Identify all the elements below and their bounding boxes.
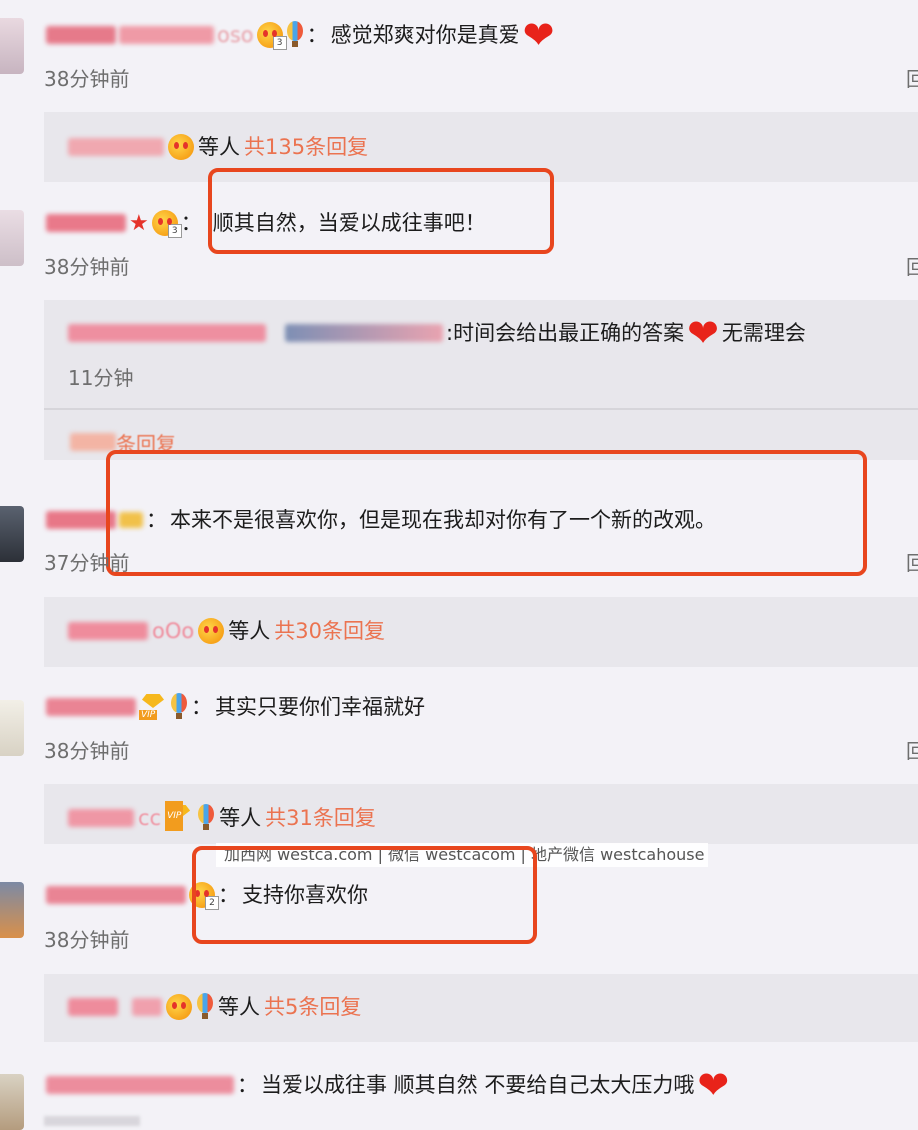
blurred-username[interactable] — [46, 698, 136, 716]
username-fragment[interactable]: cc — [138, 803, 161, 833]
reply-button[interactable]: 回 — [906, 549, 918, 577]
colon: ： — [306, 23, 328, 47]
reply-summary[interactable]: cc VIP 等人 共31条回复 — [68, 801, 376, 833]
avatar[interactable] — [0, 882, 24, 938]
colon: ： — [180, 211, 202, 235]
colon: ： — [191, 695, 212, 719]
avatar[interactable] — [0, 210, 24, 266]
reply-count-link[interactable]: 共5条回复 — [264, 992, 361, 1022]
nested-reply-time: 11分钟 — [68, 366, 134, 390]
reply-button[interactable]: 回 — [906, 253, 918, 281]
reply-count-link[interactable]: 共31条回复 — [265, 803, 376, 833]
heart-icon: ❤ — [697, 1063, 730, 1107]
red-star-icon: ★ — [129, 210, 149, 236]
username-fragment[interactable]: oso — [217, 20, 254, 50]
comment-text: 感觉郑爽对你是真爱 — [330, 23, 520, 47]
reply-button[interactable]: 回 — [906, 65, 918, 93]
reply-prefix: 等人 — [218, 995, 260, 1019]
colon: ： — [237, 1073, 258, 1097]
divider — [44, 408, 918, 410]
blurred-username[interactable] — [68, 138, 164, 156]
comment-time-partial — [44, 1116, 140, 1126]
heart-icon: ❤ — [522, 13, 555, 57]
reply-summary[interactable]: oOo 等人 共30条回复 — [68, 616, 385, 646]
reply-prefix: 等人 — [198, 135, 240, 159]
avatar[interactable] — [0, 1074, 24, 1130]
comment-time: 38分钟前 — [44, 739, 130, 763]
comment-text: 当爱以成往事 顺其自然 不要给自己太大压力哦 — [261, 1073, 695, 1097]
blurred-username[interactable] — [68, 998, 118, 1016]
heart-icon: ❤ — [687, 311, 719, 355]
comment-header: oso 3 ： 感觉郑爽对你是真爱 ❤ — [46, 13, 555, 57]
comment-header: ： 当爱以成往事 顺其自然 不要给自己太大压力哦 ❤ — [46, 1063, 730, 1107]
vip-diamond-icon: VIP — [165, 801, 193, 831]
comment-time: 38分钟前 — [44, 928, 130, 952]
blurred-username[interactable] — [132, 998, 162, 1016]
highlight-box — [208, 168, 554, 254]
reply-prefix: 等人 — [219, 806, 262, 830]
reply-count-link[interactable]: 共135条回复 — [244, 132, 368, 162]
balloon-icon — [286, 21, 304, 49]
blurred-username[interactable] — [285, 324, 443, 342]
vip-diamond-icon: VIP — [139, 694, 167, 720]
comment-time: 38分钟前 — [44, 255, 130, 279]
avatar[interactable] — [0, 506, 24, 562]
crown-badge-icon: 3 — [151, 210, 182, 238]
comment-text: 其实只要你们幸福就好 — [215, 695, 425, 719]
avatar[interactable] — [0, 700, 24, 756]
highlight-box — [192, 846, 537, 944]
reply-summary[interactable]: 等人 共135条回复 — [68, 132, 368, 162]
blurred-username[interactable] — [68, 809, 134, 827]
blurred-username[interactable] — [68, 622, 148, 640]
blurred-username[interactable] — [46, 26, 116, 44]
reply-summary[interactable]: 等人 共5条回复 — [68, 992, 361, 1022]
blurred-username[interactable] — [119, 26, 214, 44]
nested-reply-header: :时间会给出最正确的答案 ❤ 无需理会 — [68, 311, 806, 355]
blurred-username[interactable] — [68, 324, 266, 342]
balloon-icon — [197, 804, 215, 832]
blurred-username[interactable] — [46, 886, 186, 904]
balloon-icon — [170, 693, 188, 721]
blurred-username[interactable] — [46, 1076, 234, 1094]
crown-badge-icon — [166, 994, 192, 1020]
crown-badge-icon — [168, 134, 194, 160]
comment-header: VIP ： 其实只要你们幸福就好 — [46, 692, 425, 722]
crown-badge-icon: 3 — [256, 22, 287, 50]
comment-time: 38分钟前 — [44, 67, 130, 91]
reply-count-link[interactable]: 共30条回复 — [274, 616, 385, 646]
username-fragment[interactable]: oOo — [152, 616, 194, 646]
reply-button[interactable]: 回 — [906, 737, 918, 765]
blurred-count — [70, 433, 116, 451]
reply-prefix: 等人 — [228, 619, 271, 643]
blurred-username[interactable] — [46, 214, 126, 232]
balloon-icon — [196, 993, 214, 1021]
avatar[interactable] — [0, 18, 24, 74]
comment-time: 37分钟前 — [44, 551, 130, 575]
nested-reply-suffix: 无需理会 — [721, 321, 806, 345]
nested-reply-text: :时间会给出最正确的答案 — [446, 321, 685, 345]
crown-badge-icon — [198, 618, 225, 644]
highlight-box — [106, 450, 867, 576]
